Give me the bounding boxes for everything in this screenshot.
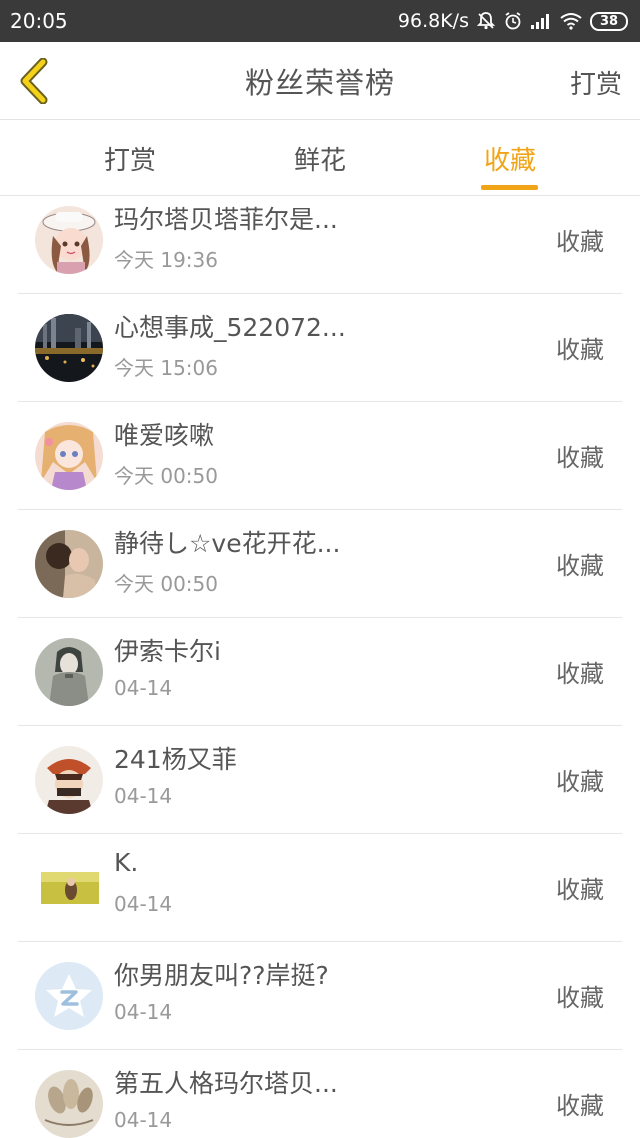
timestamp: 04-14 [114,784,173,808]
avatar[interactable] [35,530,103,598]
timestamp: 04-14 [114,676,173,700]
user-name: 心想事成_522072... [114,313,346,342]
chevron-left-icon [20,58,48,104]
favorite-label: 收藏 [556,552,604,580]
alarm-icon [503,11,523,31]
list-item[interactable]: 241杨又菲 04-14 收藏 [18,726,622,834]
favorite-label: 收藏 [556,768,604,796]
list-item[interactable]: 你男朋友叫??岸挺? 04-14 收藏 [18,942,622,1050]
active-tab-indicator [481,185,538,190]
timestamp: 04-14 [114,1000,173,1024]
list-item[interactable]: 第五人格玛尔塔贝... 04-14 收藏 [18,1050,622,1138]
page-title: 粉丝荣誉榜 [244,65,395,100]
favorite-label: 收藏 [556,660,604,688]
user-name: 静待し☆ve花开花... [114,529,341,558]
favorite-label: 收藏 [556,984,604,1012]
favorite-label: 收藏 [556,876,604,904]
avatar[interactable] [35,1070,103,1138]
timestamp: 今天 15:06 [114,356,218,380]
nav-bar: 粉丝荣誉榜 打赏 [0,42,640,120]
signal-icon [530,12,552,30]
timestamp: 今天 19:36 [114,248,218,272]
tab-flowers[interactable]: 鲜花 [260,120,380,196]
fan-list[interactable]: 玛尔塔贝塔菲尔是... 今天 19:36 收藏 心想事成_522072... 今… [0,196,640,1138]
list-item[interactable]: 伊索卡尔i 04-14 收藏 [18,618,622,726]
favorite-label: 收藏 [556,228,604,256]
list-item[interactable]: K. 04-14 收藏 [18,834,622,942]
timestamp: 04-14 [114,892,173,916]
user-name: 第五人格玛尔塔贝... [114,1069,338,1098]
back-button[interactable] [14,58,54,104]
timestamp: 04-14 [114,1108,173,1132]
user-name: 唯爱咳嗽 [114,421,215,450]
list-item[interactable]: 唯爱咳嗽 今天 00:50 收藏 [18,402,622,510]
tab-reward[interactable]: 打赏 [70,120,190,196]
user-name: K. [114,848,139,877]
user-name: 玛尔塔贝塔菲尔是... [114,205,338,234]
list-item[interactable]: 静待し☆ve花开花... 今天 00:50 收藏 [18,510,622,618]
battery-icon: 38 [590,11,628,31]
user-name: 241杨又菲 [114,745,237,774]
wifi-icon [559,12,583,30]
user-name: 你男朋友叫??岸挺? [114,961,329,990]
avatar[interactable] [35,314,103,382]
favorite-label: 收藏 [556,336,604,364]
list-item[interactable]: 玛尔塔贝塔菲尔是... 今天 19:36 收藏 [18,196,622,294]
favorite-label: 收藏 [556,444,604,472]
status-right: 96.8K/s 38 [398,10,628,32]
timestamp: 今天 00:50 [114,572,218,596]
status-time: 20:05 [10,9,68,33]
avatar[interactable] [35,206,103,274]
status-bar: 20:05 96.8K/s 38 [0,0,640,42]
list-item[interactable]: 心想事成_522072... 今天 15:06 收藏 [18,294,622,402]
avatar[interactable] [35,746,103,814]
favorite-label: 收藏 [556,1092,604,1120]
tab-bar: 打赏 鲜花 收藏 [0,120,640,196]
timestamp: 今天 00:50 [114,464,218,488]
avatar[interactable] [35,638,103,706]
avatar[interactable] [35,422,103,490]
mute-bell-icon [476,11,496,31]
avatar[interactable] [35,854,103,922]
user-name: 伊索卡尔i [114,637,221,666]
reward-button[interactable]: 打赏 [570,64,622,101]
avatar[interactable] [35,962,103,1030]
net-speed: 96.8K/s [397,10,469,32]
